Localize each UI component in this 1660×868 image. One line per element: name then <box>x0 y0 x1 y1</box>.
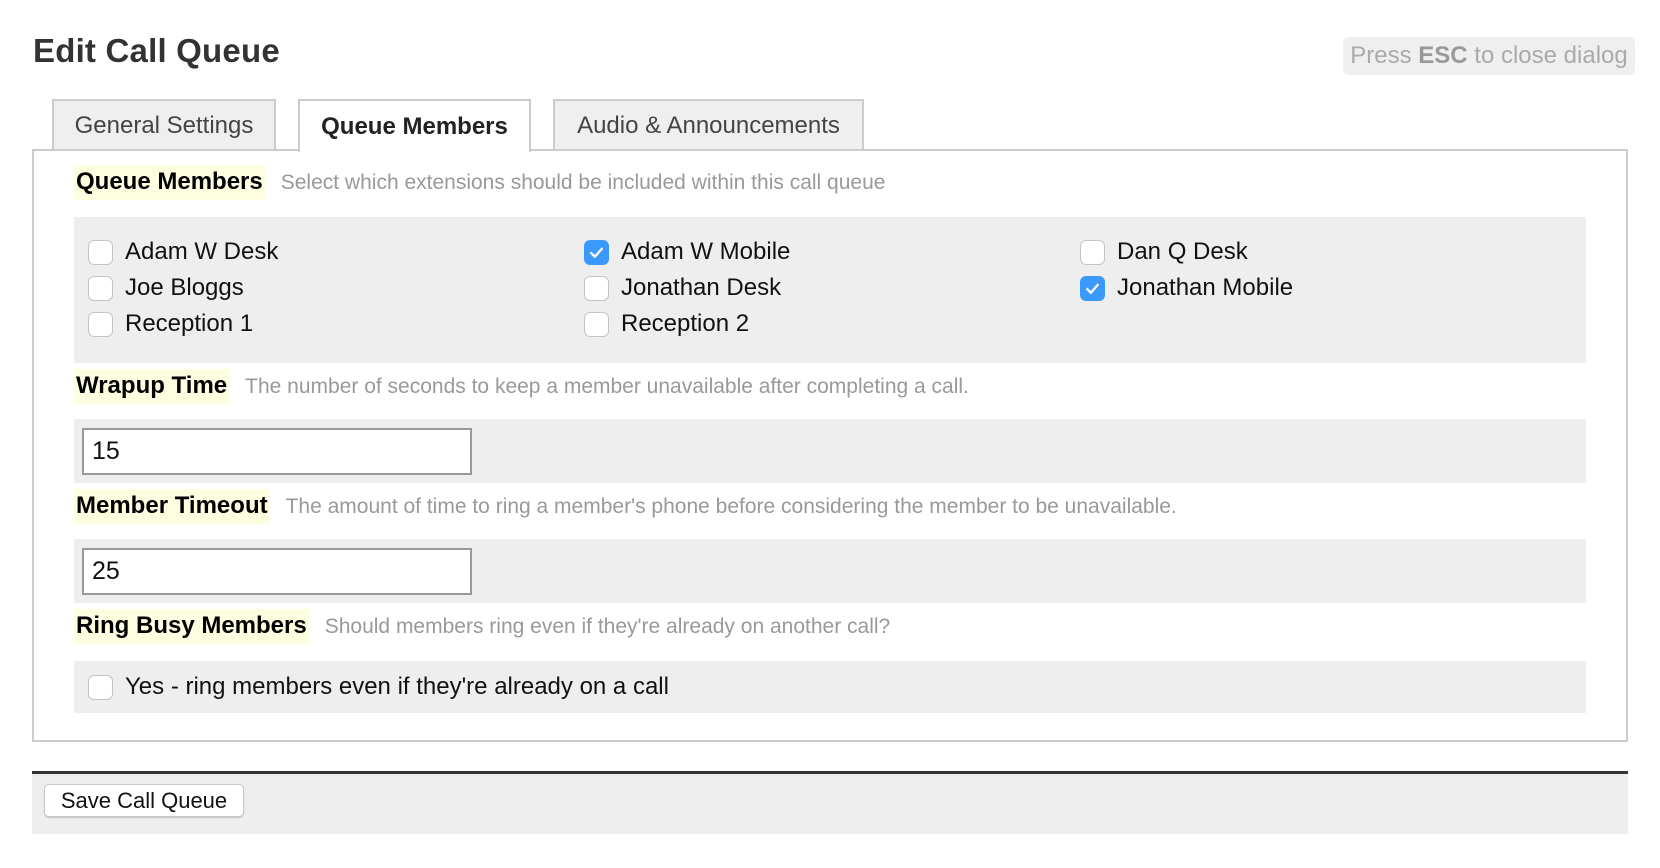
member-timeout-input[interactable] <box>82 548 472 595</box>
wrapup-time-header: Wrapup Time The number of seconds to kee… <box>74 369 969 404</box>
checkbox[interactable] <box>88 239 113 265</box>
wrapup-time-input[interactable] <box>82 428 472 475</box>
checkbox[interactable] <box>1080 239 1105 265</box>
queue-members-label: Queue Members <box>74 165 265 200</box>
ring-busy-header: Ring Busy Members Should members ring ev… <box>74 609 890 644</box>
member-checkbox-adam-w-desk[interactable]: Adam W Desk <box>88 238 278 266</box>
checkbox[interactable] <box>88 275 113 301</box>
member-label: Jonathan Mobile <box>1117 274 1294 301</box>
wrapup-time-label: Wrapup Time <box>74 369 230 404</box>
queue-members-header: Queue Members Select which extensions sh… <box>74 165 885 200</box>
checkmark-icon <box>590 247 603 258</box>
member-timeout-label: Member Timeout <box>74 489 270 524</box>
wrapup-time-group <box>74 419 1586 483</box>
member-timeout-description: The amount of time to ring a member's ph… <box>285 495 1177 518</box>
members-checkbox-group: Adam W Desk Joe Bloggs Reception 1 Adam … <box>74 217 1586 363</box>
tab-audio-announcements[interactable]: Audio & Announcements <box>553 99 864 150</box>
ring-busy-option-label: Yes - ring members even if they're alrea… <box>125 673 669 700</box>
member-label: Reception 2 <box>621 310 750 337</box>
ring-busy-label: Ring Busy Members <box>74 609 309 644</box>
member-timeout-header: Member Timeout The amount of time to rin… <box>74 489 1177 524</box>
checkbox[interactable] <box>584 311 609 337</box>
checkbox-checked[interactable] <box>584 239 609 265</box>
member-label: Jonathan Desk <box>621 274 782 301</box>
tab-queue-members[interactable]: Queue Members <box>298 99 531 152</box>
esc-key: ESC <box>1418 42 1468 69</box>
member-checkbox-adam-w-mobile[interactable]: Adam W Mobile <box>584 238 790 266</box>
member-label: Joe Bloggs <box>125 274 244 301</box>
wrapup-time-description: The number of seconds to keep a member u… <box>245 375 969 398</box>
ring-busy-description: Should members ring even if they're alre… <box>324 615 891 638</box>
member-label: Adam W Mobile <box>621 238 791 265</box>
dialog-footer: Save Call Queue <box>32 774 1628 834</box>
ring-busy-group: Yes - ring members even if they're alrea… <box>74 661 1586 713</box>
tab-bar: General Settings Queue Members Audio & A… <box>52 99 886 152</box>
ring-busy-checkbox[interactable]: Yes - ring members even if they're alrea… <box>88 673 669 701</box>
tab-general-settings[interactable]: General Settings <box>52 99 276 150</box>
checkbox[interactable] <box>88 674 113 700</box>
esc-hint: Press ESC to close dialog <box>1343 37 1635 75</box>
save-call-queue-button[interactable]: Save Call Queue <box>44 784 244 817</box>
member-checkbox-joe-bloggs[interactable]: Joe Bloggs <box>88 274 244 302</box>
member-checkbox-jonathan-desk[interactable]: Jonathan Desk <box>584 274 781 302</box>
member-checkbox-jonathan-mobile[interactable]: Jonathan Mobile <box>1080 274 1293 302</box>
member-checkbox-reception-1[interactable]: Reception 1 <box>88 310 253 338</box>
member-timeout-group <box>74 539 1586 603</box>
checkmark-icon <box>1086 283 1099 294</box>
member-checkbox-dan-q-desk[interactable]: Dan Q Desk <box>1080 238 1248 266</box>
checkbox-checked[interactable] <box>1080 275 1105 301</box>
member-checkbox-reception-2[interactable]: Reception 2 <box>584 310 749 338</box>
queue-members-panel: Queue Members Select which extensions sh… <box>32 149 1628 742</box>
dialog-title: Edit Call Queue <box>33 32 280 69</box>
checkbox[interactable] <box>88 311 113 337</box>
member-label: Adam W Desk <box>125 238 279 265</box>
checkbox[interactable] <box>584 275 609 301</box>
member-label: Reception 1 <box>125 310 254 337</box>
member-label: Dan Q Desk <box>1117 238 1248 265</box>
queue-members-description: Select which extensions should be includ… <box>280 171 886 194</box>
